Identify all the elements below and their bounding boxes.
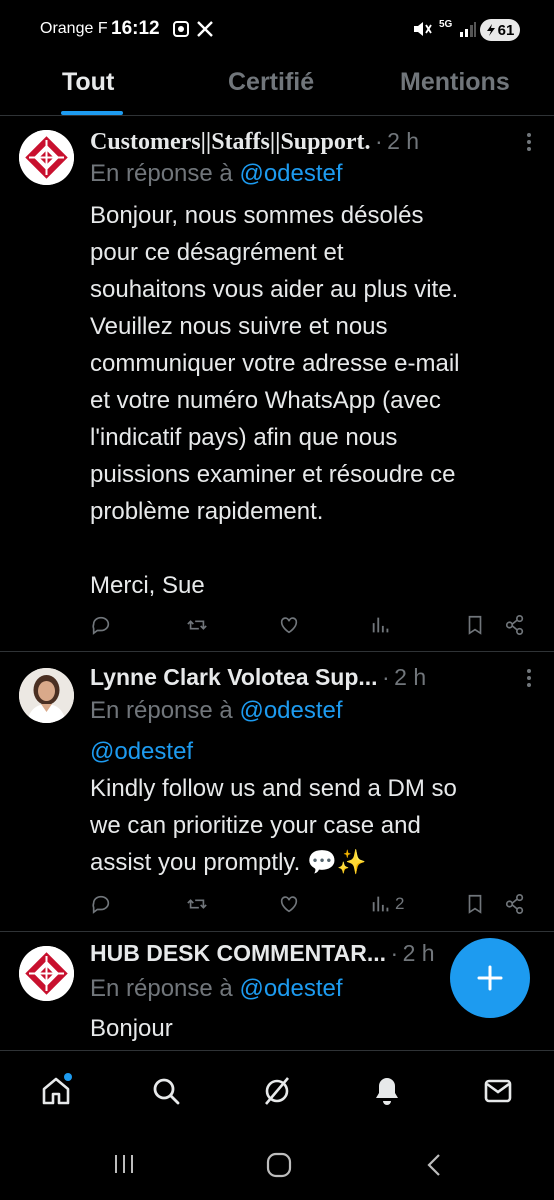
bookmark-icon[interactable] xyxy=(464,893,486,915)
mute-icon xyxy=(412,20,432,43)
post-item[interactable]: Customers||Staffs||Support. · 2 h En rép… xyxy=(0,116,554,652)
text-line: l'indicatif pays) afin que nous xyxy=(90,424,398,451)
author-name[interactable]: Customers||Staffs||Support. xyxy=(90,129,371,155)
separator-dot: · xyxy=(374,128,383,154)
tab-certifie[interactable]: Certifié xyxy=(228,68,314,97)
text-line: communiquer votre adresse e-mail xyxy=(90,350,460,377)
more-options-icon[interactable] xyxy=(526,668,532,694)
post-actions: 2 xyxy=(90,893,540,919)
views-count: 2 xyxy=(395,894,405,913)
post-text: Bonjour, nous sommes désolés pour ce dés… xyxy=(90,197,540,604)
reply-prefix: En réponse à xyxy=(90,697,233,724)
nav-grok[interactable] xyxy=(259,1073,295,1109)
text-line: Bonjour, nous sommes désolés xyxy=(90,202,424,229)
post-header: Customers||Staffs||Support. · 2 h xyxy=(90,128,554,160)
timeline-tabs: Tout Certifié Mentions xyxy=(0,60,554,116)
search-icon xyxy=(153,1078,180,1105)
nav-home[interactable] xyxy=(38,1073,74,1109)
more-options-icon[interactable] xyxy=(526,132,532,158)
recent-apps-icon[interactable] xyxy=(112,1152,136,1181)
messages-icon xyxy=(484,1079,512,1103)
x-logo-icon xyxy=(196,20,214,43)
repost-icon[interactable] xyxy=(186,893,208,915)
mention-link[interactable]: @odestef xyxy=(90,733,540,770)
text-line: pour ce désagrément et xyxy=(90,239,344,266)
text-line: souhaitons vous aider au plus vite. xyxy=(90,276,459,303)
back-icon[interactable] xyxy=(424,1152,444,1183)
text-line: Veuillez nous suivre et nous xyxy=(90,313,388,340)
avatar[interactable] xyxy=(19,946,74,1001)
post-item[interactable]: Lynne Clark Volotea Sup... · 2 h En répo… xyxy=(0,652,554,932)
unread-dot xyxy=(64,1073,72,1081)
reply-context: En réponse à @odestef xyxy=(90,160,343,188)
screenshot-icon xyxy=(172,20,190,43)
reply-handle[interactable]: @odestef xyxy=(239,697,342,724)
views-icon[interactable]: 2 xyxy=(370,893,404,915)
reply-prefix: En réponse à xyxy=(90,160,233,187)
text-line xyxy=(90,530,540,567)
like-icon[interactable] xyxy=(278,893,300,915)
separator-dot: · xyxy=(390,940,399,966)
post-time: 2 h xyxy=(394,664,427,690)
bookmark-icon[interactable] xyxy=(464,614,486,636)
reply-handle[interactable]: @odestef xyxy=(239,160,342,187)
reply-icon[interactable] xyxy=(90,893,112,915)
text-line: Kindly follow us and send a DM so xyxy=(90,775,457,802)
nav-notifications[interactable] xyxy=(369,1073,405,1109)
grok-icon xyxy=(265,1077,289,1105)
plus-icon xyxy=(477,965,503,991)
avatar[interactable] xyxy=(19,130,74,185)
text-line: Bonjour xyxy=(90,1015,173,1042)
text-line: Merci, Sue xyxy=(90,572,205,599)
separator-dot: · xyxy=(382,664,390,690)
reply-context: En réponse à @odestef xyxy=(90,975,343,1003)
home-button-icon[interactable] xyxy=(266,1152,292,1183)
bottom-navigation xyxy=(0,1050,554,1130)
battery-indicator: 61 xyxy=(480,19,520,41)
text-line: problème rapidement. xyxy=(90,498,324,525)
tab-tout[interactable]: Tout xyxy=(62,68,114,97)
nav-messages[interactable] xyxy=(480,1073,516,1109)
compose-post-button[interactable] xyxy=(450,938,530,1018)
text-line: assist you promptly. 💬✨ xyxy=(90,849,367,876)
repost-icon[interactable] xyxy=(186,614,208,636)
post-header: Lynne Clark Volotea Sup... · 2 h xyxy=(90,664,554,696)
author-name[interactable]: HUB DESK COMMENTAR... xyxy=(90,940,386,966)
avatar[interactable] xyxy=(19,668,74,723)
notifications-feed: Customers||Staffs||Support. · 2 h En rép… xyxy=(0,116,554,1050)
tab-mentions[interactable]: Mentions xyxy=(400,68,510,97)
reply-prefix: En réponse à xyxy=(90,975,233,1002)
author-name[interactable]: Lynne Clark Volotea Sup... xyxy=(90,664,378,690)
post-text: @odestef Kindly follow us and send a DM … xyxy=(90,733,540,881)
carrier-label: Orange F xyxy=(40,20,108,37)
network-type: 5G xyxy=(439,19,453,30)
notifications-icon xyxy=(376,1078,398,1105)
reply-handle[interactable]: @odestef xyxy=(239,975,342,1002)
nav-search[interactable] xyxy=(148,1073,184,1109)
like-icon[interactable] xyxy=(278,614,300,636)
text-line: et votre numéro WhatsApp (avec xyxy=(90,387,441,414)
post-text: Bonjour xyxy=(90,1010,540,1047)
active-tab-indicator xyxy=(61,111,123,115)
share-icon[interactable] xyxy=(504,893,526,915)
system-navigation-bar xyxy=(0,1130,554,1200)
clock: 16:12 xyxy=(111,18,160,39)
reply-context: En réponse à @odestef xyxy=(90,697,343,725)
post-time: 2 h xyxy=(387,128,420,154)
post-time: 2 h xyxy=(402,940,435,966)
post-actions xyxy=(90,614,540,640)
text-line: we can prioritize your case and xyxy=(90,812,421,839)
signal-icon xyxy=(459,20,477,43)
text-line: puissions examiner et résoudre ce xyxy=(90,461,456,488)
status-bar: Orange F 16:12 5G 61 xyxy=(0,0,554,60)
share-icon[interactable] xyxy=(504,614,526,636)
views-icon[interactable] xyxy=(370,614,392,636)
reply-icon[interactable] xyxy=(90,614,112,636)
